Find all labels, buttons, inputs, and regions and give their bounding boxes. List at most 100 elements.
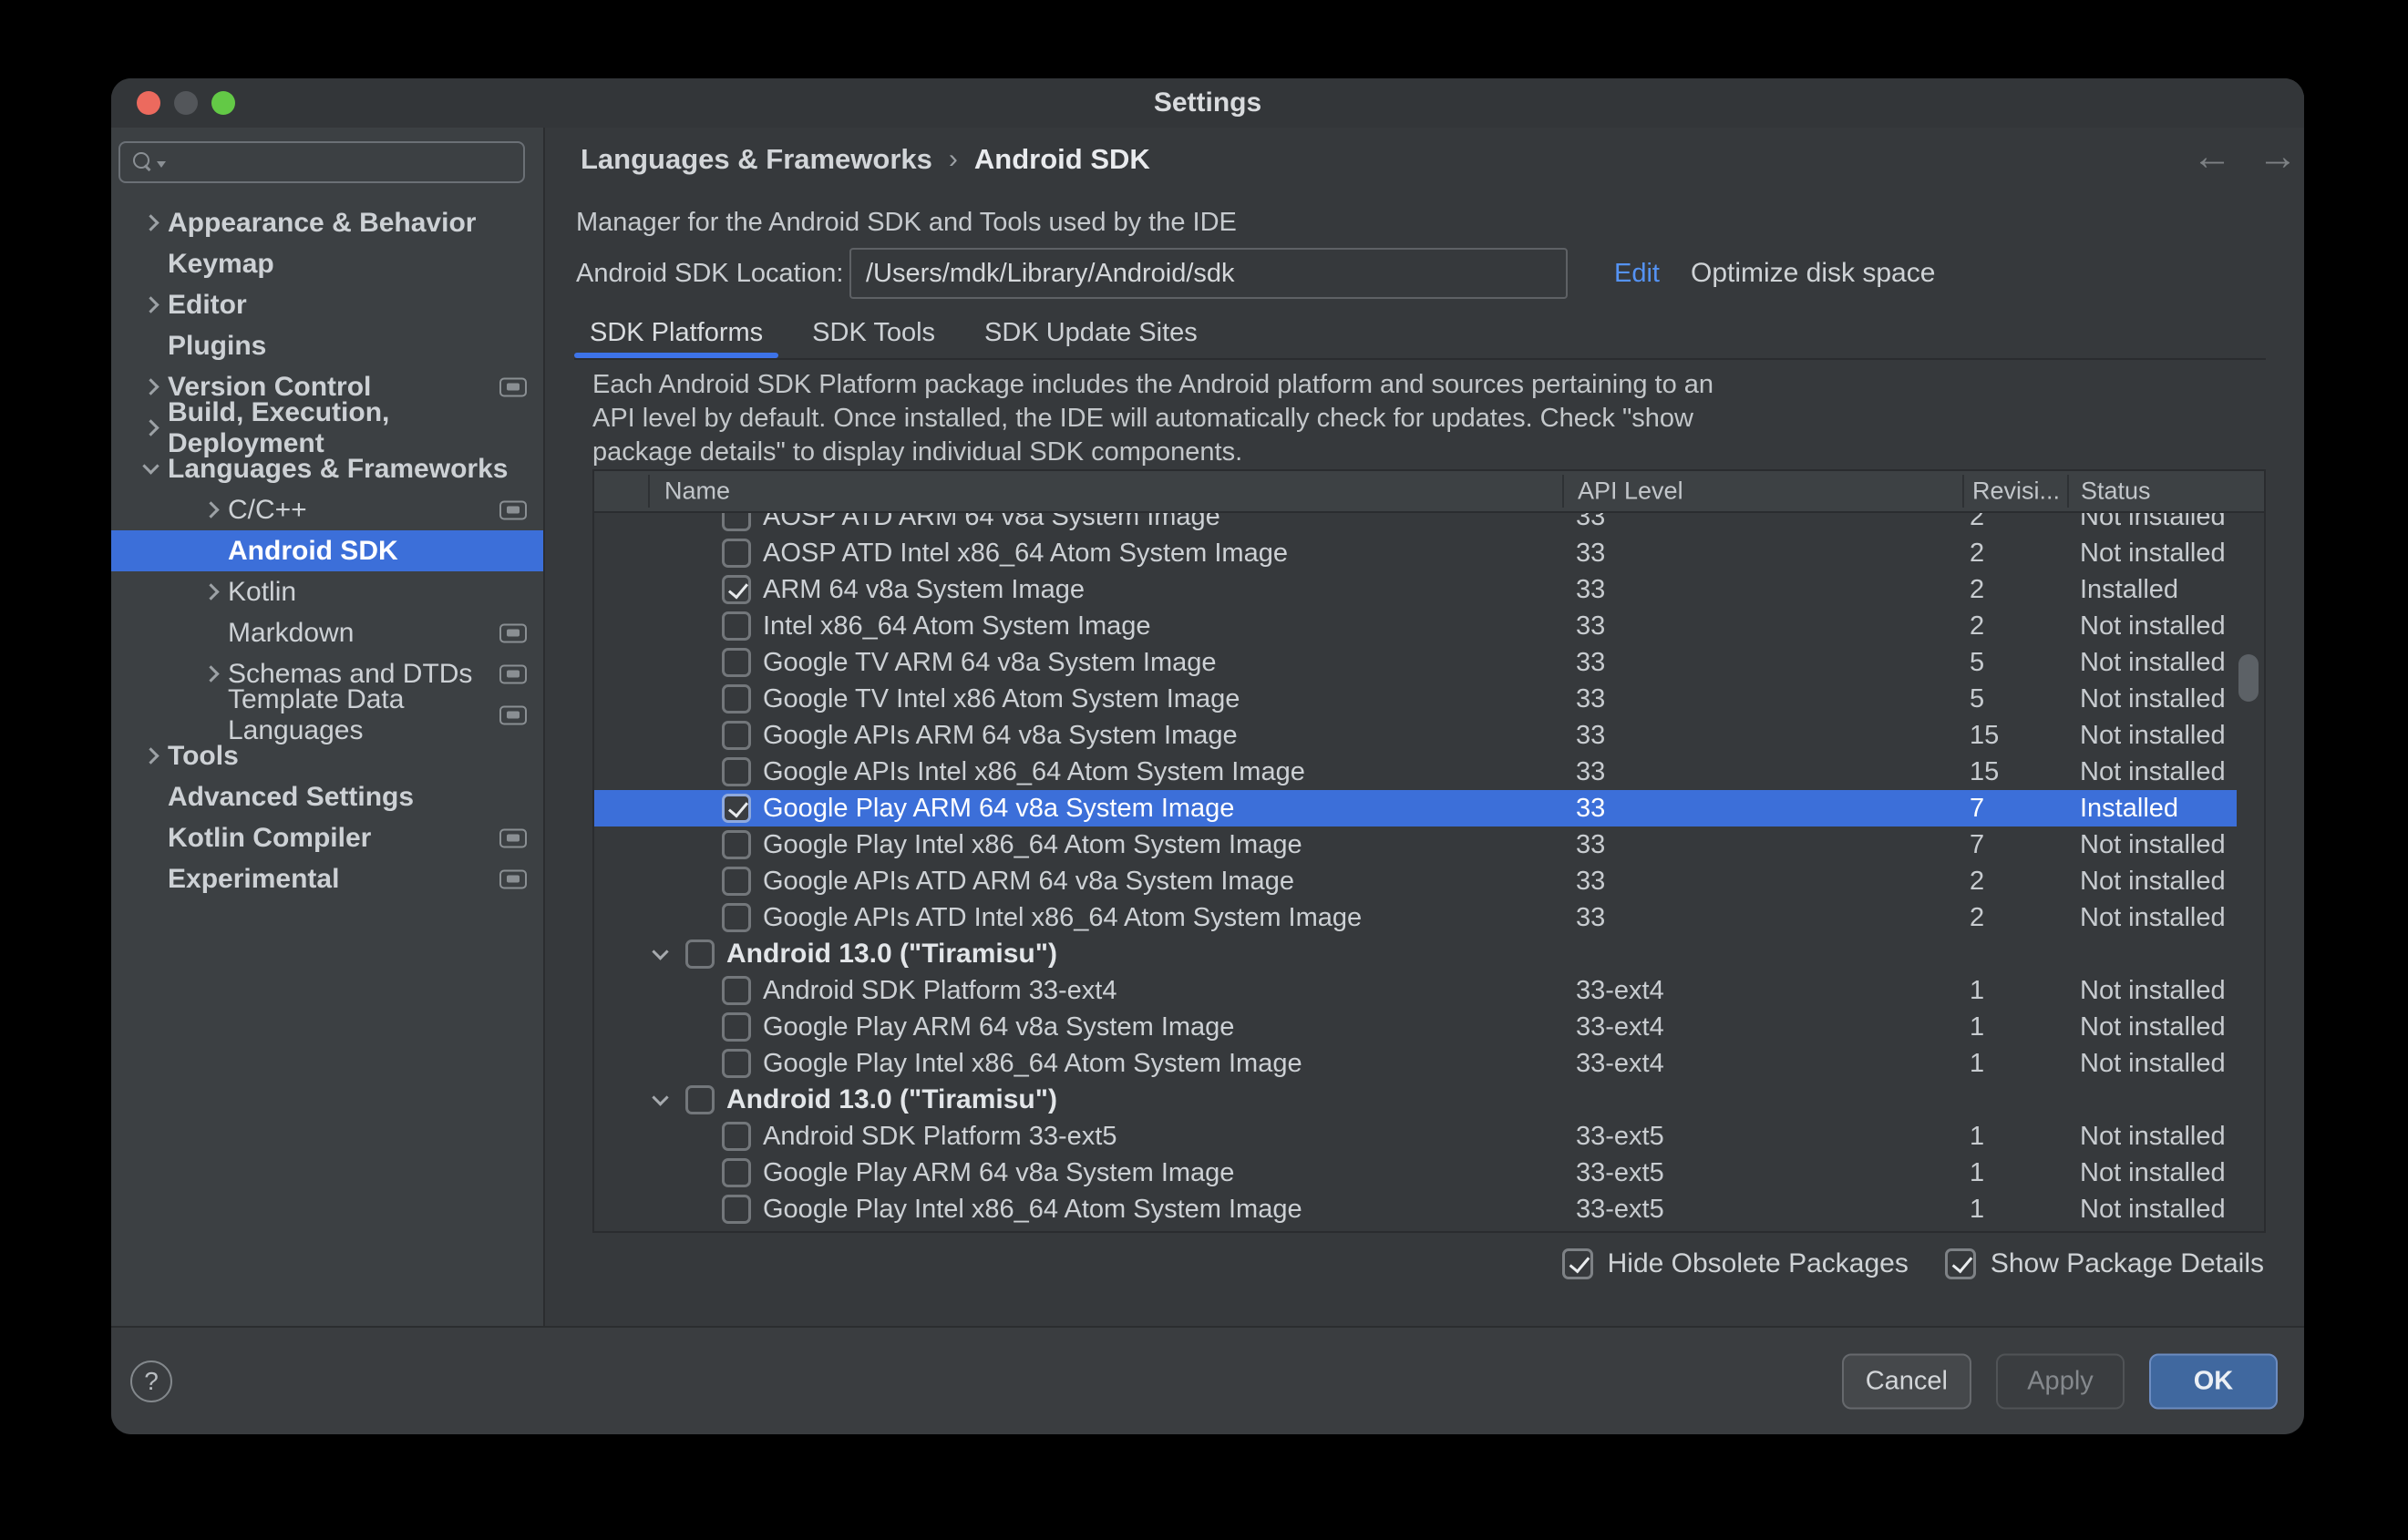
sidebar-item-appearance-behavior[interactable]: Appearance & Behavior bbox=[111, 202, 543, 243]
sdk-package-row[interactable]: Google TV ARM 64 v8a System Image335Not … bbox=[594, 644, 2237, 681]
close-window-button[interactable] bbox=[137, 91, 160, 115]
chevron-right-icon[interactable] bbox=[142, 419, 159, 436]
chevron-right-icon[interactable] bbox=[202, 583, 219, 600]
sdk-package-row[interactable]: Google Play Intel x86_64 Atom System Ima… bbox=[594, 1045, 2237, 1082]
package-checkbox[interactable] bbox=[722, 903, 751, 932]
sidebar-item-tools[interactable]: Tools bbox=[111, 735, 543, 776]
status-cell: Not installed bbox=[2080, 535, 2226, 571]
sdk-package-row[interactable]: Google Play Intel x86_64 Atom System Ima… bbox=[594, 826, 2237, 863]
sdk-package-row[interactable]: Google Play ARM 64 v8a System Image33-ex… bbox=[594, 1009, 2237, 1045]
cancel-button[interactable]: Cancel bbox=[1842, 1353, 1971, 1409]
checkbox-checked-icon[interactable] bbox=[1945, 1248, 1976, 1279]
package-checkbox[interactable] bbox=[722, 1012, 751, 1042]
package-checkbox[interactable] bbox=[722, 1049, 751, 1078]
tab-sdk-platforms[interactable]: SDK Platforms bbox=[574, 308, 778, 358]
sidebar-item-keymap[interactable]: Keymap bbox=[111, 243, 543, 284]
sidebar-item-experimental[interactable]: Experimental bbox=[111, 858, 543, 899]
sdk-location-input[interactable] bbox=[849, 248, 1568, 299]
package-checkbox[interactable] bbox=[722, 648, 751, 677]
column-header-revision[interactable]: Revisi... bbox=[1972, 477, 2060, 506]
chevron-right-icon[interactable] bbox=[142, 214, 159, 231]
table-scrollbar[interactable] bbox=[2235, 513, 2262, 1229]
tab-sdk-tools[interactable]: SDK Tools bbox=[797, 308, 951, 358]
checkbox-checked-icon[interactable] bbox=[1562, 1248, 1593, 1279]
package-checkbox[interactable] bbox=[722, 976, 751, 1005]
sdk-package-row[interactable]: Google Play Intel x86_64 Atom System Ima… bbox=[594, 1191, 2237, 1227]
package-checkbox[interactable] bbox=[722, 1122, 751, 1151]
package-name: Google TV Intel x86 Atom System Image bbox=[763, 684, 1240, 714]
package-checkbox[interactable] bbox=[722, 830, 751, 859]
sidebar-item-plugins[interactable]: Plugins bbox=[111, 325, 543, 366]
chevron-right-icon[interactable] bbox=[142, 296, 159, 313]
package-checkbox[interactable] bbox=[722, 539, 751, 568]
scrollbar-thumb[interactable] bbox=[2238, 654, 2259, 702]
sidebar-item-markdown[interactable]: Markdown bbox=[111, 612, 543, 653]
back-arrow-icon[interactable]: ← bbox=[2192, 137, 2232, 177]
sdk-package-row[interactable]: Google Play ARM 64 v8a System Image337In… bbox=[594, 790, 2237, 826]
sdk-package-row[interactable]: Android SDK Platform 33-ext433-ext41Not … bbox=[594, 972, 2237, 1009]
sdk-package-row[interactable]: Google Play ARM 64 v8a System Image33-ex… bbox=[594, 1155, 2237, 1191]
sidebar-item-advanced-settings[interactable]: Advanced Settings bbox=[111, 776, 543, 817]
package-checkbox[interactable] bbox=[685, 939, 715, 969]
chevron-right-icon[interactable] bbox=[202, 501, 219, 518]
sidebar-item-kotlin-compiler[interactable]: Kotlin Compiler bbox=[111, 817, 543, 858]
package-checkbox[interactable] bbox=[722, 867, 751, 896]
sdk-package-row[interactable] bbox=[594, 1227, 2237, 1231]
help-button[interactable]: ? bbox=[130, 1360, 172, 1402]
minimize-window-button[interactable] bbox=[174, 91, 198, 115]
tab-sdk-update-sites[interactable]: SDK Update Sites bbox=[969, 308, 1213, 358]
optimize-disk-space-link[interactable]: Optimize disk space bbox=[1691, 258, 1935, 289]
ok-button[interactable]: OK bbox=[2149, 1353, 2278, 1409]
settings-search-input[interactable] bbox=[118, 141, 525, 183]
package-checkbox[interactable] bbox=[722, 1195, 751, 1224]
sidebar-item-label: Languages & Frameworks bbox=[168, 454, 508, 485]
column-header-name[interactable]: Name bbox=[664, 477, 730, 506]
sidebar-item-build-execution-deployment[interactable]: Build, Execution, Deployment bbox=[111, 407, 543, 448]
sdk-package-row[interactable]: ARM 64 v8a System Image332Installed bbox=[594, 571, 2237, 608]
sidebar-item-editor[interactable]: Editor bbox=[111, 284, 543, 325]
package-checkbox[interactable] bbox=[722, 611, 751, 641]
sdk-package-row[interactable]: Intel x86_64 Atom System Image332Not ins… bbox=[594, 608, 2237, 644]
chevron-right-icon[interactable] bbox=[202, 665, 219, 682]
package-checkbox[interactable] bbox=[722, 513, 751, 531]
chevron-right-icon[interactable] bbox=[142, 747, 159, 764]
sidebar-item-kotlin[interactable]: Kotlin bbox=[111, 571, 543, 612]
option-label: Hide Obsolete Packages bbox=[1608, 1248, 1909, 1279]
chevron-down-icon[interactable] bbox=[142, 457, 159, 474]
package-checkbox[interactable] bbox=[722, 757, 751, 786]
sdk-package-row[interactable]: Google APIs ARM 64 v8a System Image3315N… bbox=[594, 717, 2237, 754]
package-checkbox-checked[interactable] bbox=[722, 794, 751, 823]
sdk-group-row[interactable]: Android 13.0 ("Tiramisu") bbox=[594, 1082, 2237, 1118]
package-checkbox-checked[interactable] bbox=[722, 575, 751, 604]
sdk-package-row[interactable]: Google TV Intel x86 Atom System Image335… bbox=[594, 681, 2237, 717]
sidebar-item-languages-frameworks[interactable]: Languages & Frameworks bbox=[111, 448, 543, 489]
chevron-down-icon[interactable] bbox=[652, 1089, 668, 1105]
apply-button[interactable]: Apply bbox=[1996, 1353, 2125, 1409]
sidebar-item-template-data-languages[interactable]: Template Data Languages bbox=[111, 694, 543, 735]
breadcrumb-parent[interactable]: Languages & Frameworks bbox=[581, 143, 932, 176]
column-header-api-level[interactable]: API Level bbox=[1578, 477, 1683, 506]
column-header-status[interactable]: Status bbox=[2081, 477, 2151, 506]
chevron-down-icon[interactable] bbox=[652, 943, 668, 960]
sdk-package-row[interactable]: Google APIs ATD Intel x86_64 Atom System… bbox=[594, 899, 2237, 936]
sdk-package-row[interactable]: AOSP ATD Intel x86_64 Atom System Image3… bbox=[594, 535, 2237, 571]
option-hide-obsolete-packages[interactable]: Hide Obsolete Packages bbox=[1562, 1248, 1909, 1279]
edit-link[interactable]: Edit bbox=[1614, 259, 1660, 289]
sdk-package-row[interactable]: Android SDK Platform 33-ext533-ext51Not … bbox=[594, 1118, 2237, 1155]
package-checkbox[interactable] bbox=[685, 1085, 715, 1114]
package-checkbox[interactable] bbox=[722, 684, 751, 714]
search-options-caret-icon[interactable] bbox=[157, 161, 166, 168]
sdk-package-row[interactable]: AOSP ATD ARM 64 v8a System Image332Not i… bbox=[594, 513, 2237, 535]
chevron-right-icon[interactable] bbox=[142, 378, 159, 395]
sdk-package-row[interactable]: Google APIs ATD ARM 64 v8a System Image3… bbox=[594, 863, 2237, 899]
sidebar-item-c-c[interactable]: C/C++ bbox=[111, 489, 543, 530]
package-checkbox[interactable] bbox=[722, 721, 751, 750]
package-name: Android SDK Platform 33-ext4 bbox=[763, 976, 1117, 1006]
zoom-window-button[interactable] bbox=[211, 91, 235, 115]
package-checkbox[interactable] bbox=[722, 1158, 751, 1187]
sdk-package-row[interactable]: Google APIs Intel x86_64 Atom System Ima… bbox=[594, 754, 2237, 790]
sdk-group-row[interactable]: Android 13.0 ("Tiramisu") bbox=[594, 936, 2237, 972]
forward-arrow-icon[interactable]: → bbox=[2258, 137, 2298, 177]
sidebar-item-android-sdk[interactable]: Android SDK bbox=[111, 530, 543, 571]
option-show-package-details[interactable]: Show Package Details bbox=[1945, 1248, 2264, 1279]
